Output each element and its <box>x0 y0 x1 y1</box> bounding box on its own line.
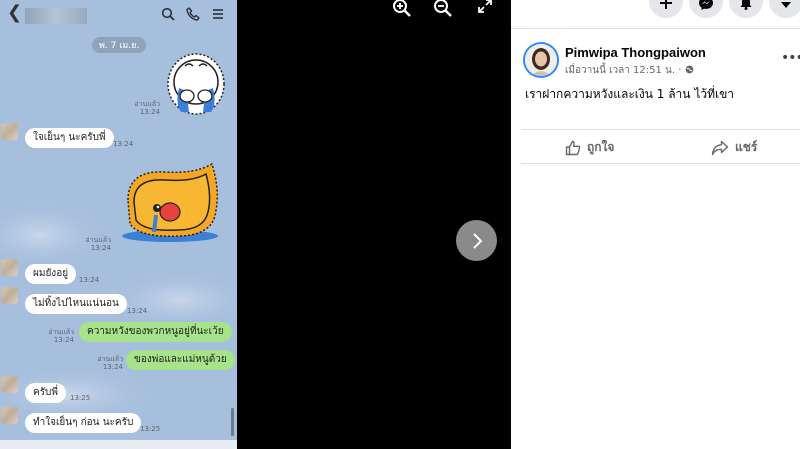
caret-down-icon <box>781 2 791 8</box>
plus-icon <box>660 0 672 9</box>
contact-avatar[interactable] <box>1 123 18 140</box>
next-arrow-icon <box>472 232 482 249</box>
chat-header: ❮ <box>0 0 237 28</box>
contact-avatar[interactable] <box>1 287 18 304</box>
chat-screenshot: ❮ พ. 7 เม.ย. อ่านแล้ว 13:24 ใจเย็นๆ นะคร… <box>0 0 237 449</box>
contact-avatar[interactable] <box>1 407 18 424</box>
notifications-button[interactable] <box>729 0 763 18</box>
message-meta: อ่านแล้ว 13:24 <box>46 328 74 344</box>
messenger-icon <box>699 0 713 10</box>
phone-icon[interactable] <box>186 6 200 25</box>
more-options-icon[interactable]: ••• <box>781 50 800 66</box>
message-time: 13:24 <box>90 244 111 252</box>
blurred-contact-name <box>25 8 87 24</box>
message-bubble: ของพ่อและแม่หนูด้วย <box>126 350 235 370</box>
message-time: 13:24 <box>53 336 74 344</box>
message-bubble: ผมยังอยู่ <box>25 264 77 284</box>
post-text: เราฝากความหวังและเงิน 1 ล้าน ไว้ที่เขา <box>525 87 735 101</box>
message-time: 13:24 <box>102 363 123 371</box>
like-label: ถูกใจ <box>587 140 615 154</box>
author-name[interactable]: Pimwipa Thongpaiwon <box>565 45 706 60</box>
timestamp-text[interactable]: เมื่อวานนี้ เวลา 12:51 น. · <box>565 65 681 76</box>
read-status: อ่านแล้ว <box>48 328 74 336</box>
bell-icon <box>740 0 752 10</box>
contact-avatar[interactable] <box>1 259 18 276</box>
header-divider <box>511 28 800 29</box>
share-label: แชร์ <box>735 140 758 154</box>
public-globe-icon <box>685 65 693 74</box>
message-meta: อ่านแล้ว 13:24 <box>83 236 111 252</box>
message-bubble: ครับพี่ <box>25 383 66 403</box>
message-time: 13:25 <box>140 425 161 433</box>
next-photo-button[interactable] <box>456 220 497 261</box>
message-bubble: ทำใจเย็นๆ ก่อน นะครับ <box>25 413 142 433</box>
read-status: อ่านแล้ว <box>85 236 111 244</box>
message-meta: อ่านแล้ว 13:24 <box>132 100 160 116</box>
message-time: 13:25 <box>70 394 91 402</box>
account-button[interactable] <box>769 0 800 18</box>
crying-duck-sticker[interactable] <box>120 160 220 242</box>
message-time: 13:24 <box>79 276 100 284</box>
thumbs-up-icon <box>565 140 581 155</box>
message-bubble: ไม่ทิ้งไปไหนแน่นอน <box>25 294 127 314</box>
zoom-out-icon[interactable] <box>433 0 455 18</box>
zoom-in-icon[interactable] <box>392 0 414 18</box>
date-separator: พ. 7 เม.ย. <box>92 37 147 53</box>
message-time: 13:24 <box>127 307 148 315</box>
contact-avatar[interactable] <box>1 376 18 393</box>
share-arrow-icon <box>711 140 729 155</box>
message-time: 13:24 <box>113 140 134 148</box>
create-button[interactable] <box>649 0 683 18</box>
photo-viewer <box>237 0 511 449</box>
search-icon[interactable] <box>161 6 175 25</box>
fullscreen-icon[interactable] <box>477 0 499 18</box>
actions-top-divider <box>521 129 800 130</box>
back-icon[interactable]: ❮ <box>7 4 22 22</box>
chat-scrollbar[interactable] <box>231 408 234 436</box>
actions-bottom-divider <box>521 163 800 164</box>
message-bubble: ใจเย็นๆ นะครับพี่ <box>25 128 114 148</box>
message-time: 13:24 <box>139 108 160 116</box>
read-status: อ่านแล้ว <box>97 355 123 363</box>
messenger-button[interactable] <box>689 0 723 18</box>
like-button[interactable]: ถูกใจ <box>565 138 614 157</box>
read-status: อ่านแล้ว <box>134 100 160 108</box>
message-meta: อ่านแล้ว 13:24 <box>95 355 123 371</box>
post-timestamp[interactable]: เมื่อวานนี้ เวลา 12:51 น. · <box>565 63 694 78</box>
post-panel: Pimwipa Thongpaiwon เมื่อวานนี้ เวลา 12:… <box>511 0 800 449</box>
author-avatar[interactable] <box>525 44 557 76</box>
share-button[interactable]: แชร์ <box>711 138 757 157</box>
chat-input-bar[interactable] <box>0 440 237 449</box>
message-bubble: ความหวังของพวกหนูอยู่ที่นะเว้ย <box>79 322 232 342</box>
crying-bunny-sticker[interactable] <box>165 46 227 118</box>
menu-icon[interactable] <box>211 6 225 25</box>
